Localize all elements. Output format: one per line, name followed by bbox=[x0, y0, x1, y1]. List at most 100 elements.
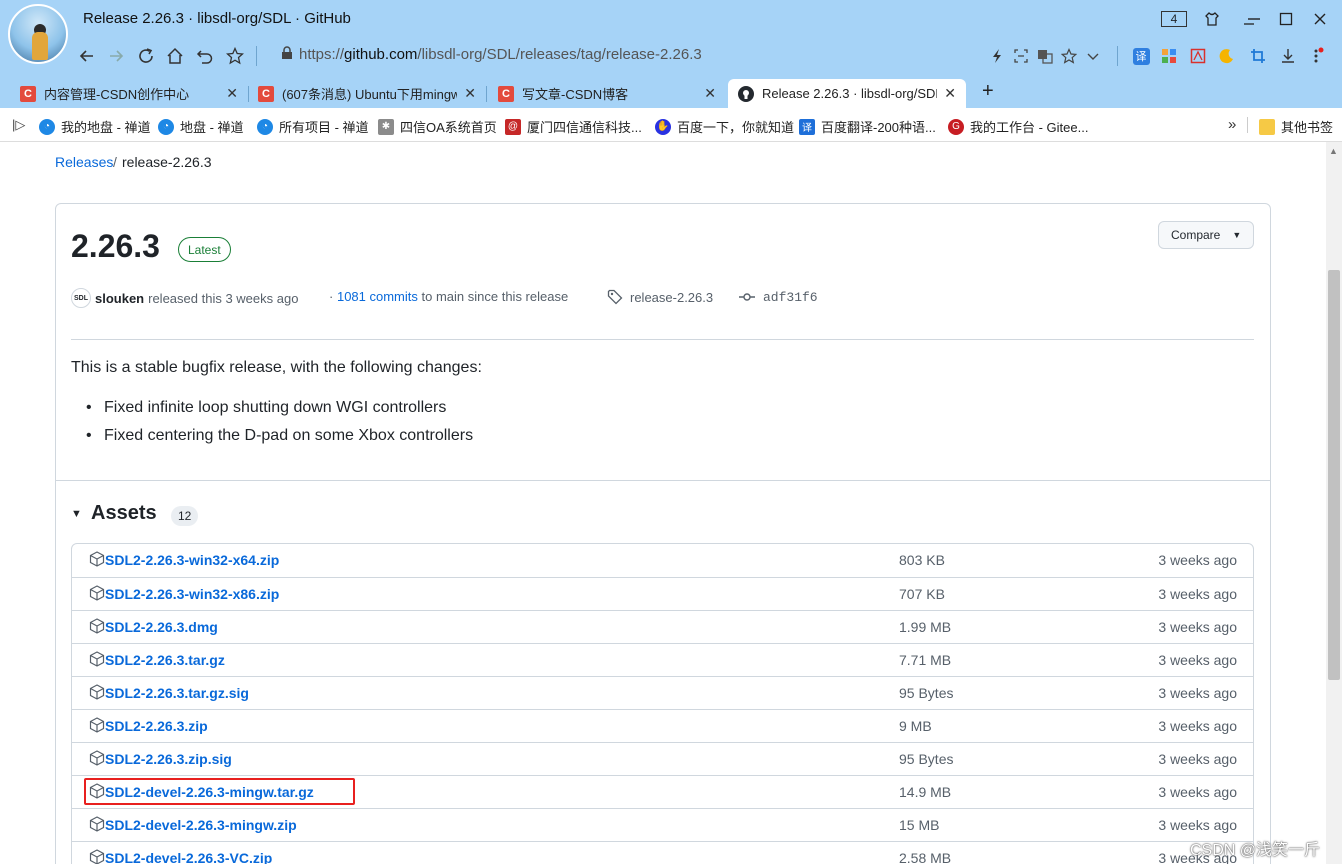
reload-icon[interactable] bbox=[134, 44, 158, 68]
commits-link[interactable]: 1081 commits bbox=[337, 289, 418, 304]
lightning-icon[interactable] bbox=[985, 44, 1009, 68]
url-text[interactable]: https://github.com/libsdl-org/SDL/releas… bbox=[299, 46, 702, 63]
asset-row: SDL2-2.26.3-win32-x64.zip 803 KB 3 weeks a… bbox=[72, 544, 1253, 577]
asset-download-link[interactable]: SDL2-2.26.3-win32-x64.zip bbox=[105, 552, 279, 568]
bookmarks-divider bbox=[1247, 117, 1248, 133]
new-tab-icon[interactable]: + bbox=[982, 80, 994, 103]
close-tab-icon[interactable]: ✕ bbox=[226, 85, 238, 102]
bookmark-star-icon[interactable] bbox=[1057, 44, 1081, 68]
asset-date: 3 weeks ago bbox=[1158, 619, 1237, 635]
author-link[interactable]: slouken bbox=[95, 291, 144, 306]
crop-icon[interactable] bbox=[1246, 44, 1270, 68]
tag-info[interactable]: release-2.26.3 bbox=[607, 289, 713, 305]
bookmarks-more-icon[interactable]: » bbox=[1228, 116, 1236, 133]
other-bookmarks-folder[interactable]: 其他书签 bbox=[1259, 117, 1333, 136]
asset-download-link[interactable]: SDL2-2.26.3.dmg bbox=[105, 619, 218, 635]
asset-date: 3 weeks ago bbox=[1158, 685, 1237, 701]
asset-row: SDL2-2.26.3.tar.gz 7.71 MB 3 weeks ago bbox=[72, 643, 1253, 676]
asset-row: SDL2-2.26.3.zip 9 MB 3 weeks ago bbox=[72, 709, 1253, 742]
tab-csdn-content[interactable]: C 内容管理-CSDN创作中心 ✕ bbox=[0, 79, 248, 108]
caret-down-icon: ▼ bbox=[1232, 230, 1242, 240]
commit-icon bbox=[739, 289, 755, 305]
asset-size: 803 KB bbox=[899, 552, 945, 568]
asset-date: 3 weeks ago bbox=[1158, 784, 1237, 800]
release-version-title[interactable]: 2.26.3 bbox=[71, 228, 160, 265]
asset-date: 3 weeks ago bbox=[1158, 552, 1237, 568]
undo-icon[interactable] bbox=[193, 44, 217, 68]
bookmark-item[interactable]: ✱ 四信OA系统首页 bbox=[378, 117, 497, 136]
lock-icon[interactable] bbox=[281, 46, 293, 63]
compare-button[interactable]: Compare ▼ bbox=[1158, 221, 1254, 249]
asset-row: SDL2-2.26.3-win32-x86.zip 707 KB 3 weeks a… bbox=[72, 577, 1253, 610]
assets-heading[interactable]: Assets bbox=[91, 502, 157, 525]
bookmark-item[interactable]: ✋ 百度一下，你就知道 bbox=[655, 117, 794, 136]
asset-download-link[interactable]: SDL2-2.26.3.zip bbox=[105, 718, 208, 734]
compare-label: Compare bbox=[1171, 228, 1221, 242]
screenshot-icon[interactable] bbox=[1009, 44, 1033, 68]
menu-icon[interactable] bbox=[1243, 8, 1265, 30]
folder-label: 其他书签 bbox=[1281, 120, 1334, 135]
download-icon[interactable] bbox=[1276, 44, 1300, 68]
asset-size: 9 MB bbox=[899, 718, 932, 734]
pdf-icon[interactable] bbox=[1186, 44, 1210, 68]
tab-label: Release 2.26.3 · libsdl-org/SDL bbox=[762, 86, 937, 101]
asset-date: 3 weeks ago bbox=[1158, 718, 1237, 734]
package-icon bbox=[89, 618, 105, 634]
tab-label: 写文章-CSDN博客 bbox=[522, 87, 629, 102]
tab-github-release[interactable]: Release 2.26.3 · libsdl-org/SDL ✕ bbox=[728, 79, 966, 108]
change-item: Fixed infinite loop shutting down WGI co… bbox=[86, 399, 446, 417]
asset-row: SDL2-2.26.3.dmg 1.99 MB 3 weeks ago bbox=[72, 610, 1253, 643]
package-icon bbox=[89, 849, 105, 864]
close-tab-icon[interactable]: ✕ bbox=[944, 85, 956, 102]
author-avatar[interactable]: SDL bbox=[71, 288, 91, 308]
tab-csdn-message[interactable]: C (607条消息) Ubuntu下用mingw ✕ bbox=[238, 79, 486, 108]
bookmark-item[interactable]: ◔ 我的地盘 - 禅道 bbox=[39, 117, 151, 136]
asset-size: 95 Bytes bbox=[899, 751, 954, 767]
tab-csdn-write[interactable]: C 写文章-CSDN博客 ✕ bbox=[478, 79, 726, 108]
commit-sha[interactable]: adf31f6 bbox=[739, 289, 818, 305]
forward-icon[interactable] bbox=[104, 44, 128, 68]
bookmark-item[interactable]: ◔ 所有项目 - 禅道 bbox=[257, 117, 369, 136]
sidebar-toggle-icon[interactable]: |▷ bbox=[12, 117, 25, 133]
skin-icon[interactable] bbox=[1201, 8, 1223, 30]
night-mode-icon[interactable] bbox=[1215, 44, 1239, 68]
translate-icon: 译 bbox=[799, 118, 815, 135]
asset-download-link[interactable]: SDL2-2.26.3.tar.gz bbox=[105, 652, 225, 668]
asset-download-link[interactable]: SDL2-2.26.3.tar.gz.sig bbox=[105, 685, 249, 701]
bookmark-item[interactable]: 译百度翻译-200种语... bbox=[799, 117, 936, 136]
nav-divider-2 bbox=[1117, 46, 1118, 66]
bookmark-label: 百度翻译-200种语... bbox=[821, 120, 936, 135]
assets-toggle-icon[interactable]: ▼ bbox=[71, 508, 82, 520]
asset-download-link[interactable]: SDL2-devel-2.26.3-mingw.zip bbox=[105, 817, 297, 833]
asset-date: 3 weeks ago bbox=[1158, 817, 1237, 833]
asset-download-link[interactable]: SDL2-2.26.3.zip.sig bbox=[105, 751, 232, 767]
close-tab-icon[interactable]: ✕ bbox=[464, 85, 476, 102]
close-window-icon[interactable] bbox=[1309, 8, 1331, 30]
asset-row: SDL2-2.26.3.zip.sig 95 Bytes 3 weeks ago bbox=[72, 742, 1253, 775]
asset-size: 707 KB bbox=[899, 586, 945, 602]
bookmark-label: 地盘 - 禅道 bbox=[180, 120, 244, 135]
bookmark-item[interactable]: ◔ 地盘 - 禅道 bbox=[158, 117, 244, 136]
bookmark-item[interactable]: G 我的工作台 - Gitee... bbox=[948, 117, 1088, 136]
apps-grid-icon[interactable] bbox=[1157, 44, 1181, 68]
baidu-icon: ✋ bbox=[655, 118, 671, 135]
home-icon[interactable] bbox=[163, 44, 187, 68]
back-icon[interactable] bbox=[75, 44, 99, 68]
csdn-icon: C bbox=[20, 85, 36, 102]
translate-page-icon[interactable] bbox=[1033, 44, 1057, 68]
bookmark-item[interactable]: @ 厦门四信通信科技... bbox=[505, 117, 642, 136]
more-menu-icon[interactable] bbox=[1304, 44, 1328, 68]
tab-count-badge[interactable]: 4 bbox=[1161, 11, 1187, 27]
tab-label: 内容管理-CSDN创作中心 bbox=[44, 87, 190, 102]
translate-ext-icon[interactable]: 译 bbox=[1129, 44, 1153, 68]
maximize-icon[interactable] bbox=[1275, 8, 1297, 30]
scroll-up-arrow-icon[interactable]: ▲ bbox=[1329, 146, 1338, 156]
close-tab-icon[interactable]: ✕ bbox=[704, 85, 716, 102]
breadcrumb-releases-link[interactable]: Releases bbox=[55, 154, 113, 170]
asset-download-link[interactable]: SDL2-2.26.3-win32-x86.zip bbox=[105, 586, 279, 602]
user-avatar[interactable] bbox=[8, 4, 68, 64]
favorite-star-icon[interactable] bbox=[223, 44, 247, 68]
asset-download-link[interactable]: SDL2-devel-2.26.3-VC.zip bbox=[105, 850, 272, 864]
chevron-down-icon[interactable] bbox=[1081, 44, 1105, 68]
scrollbar-thumb[interactable] bbox=[1328, 270, 1340, 680]
